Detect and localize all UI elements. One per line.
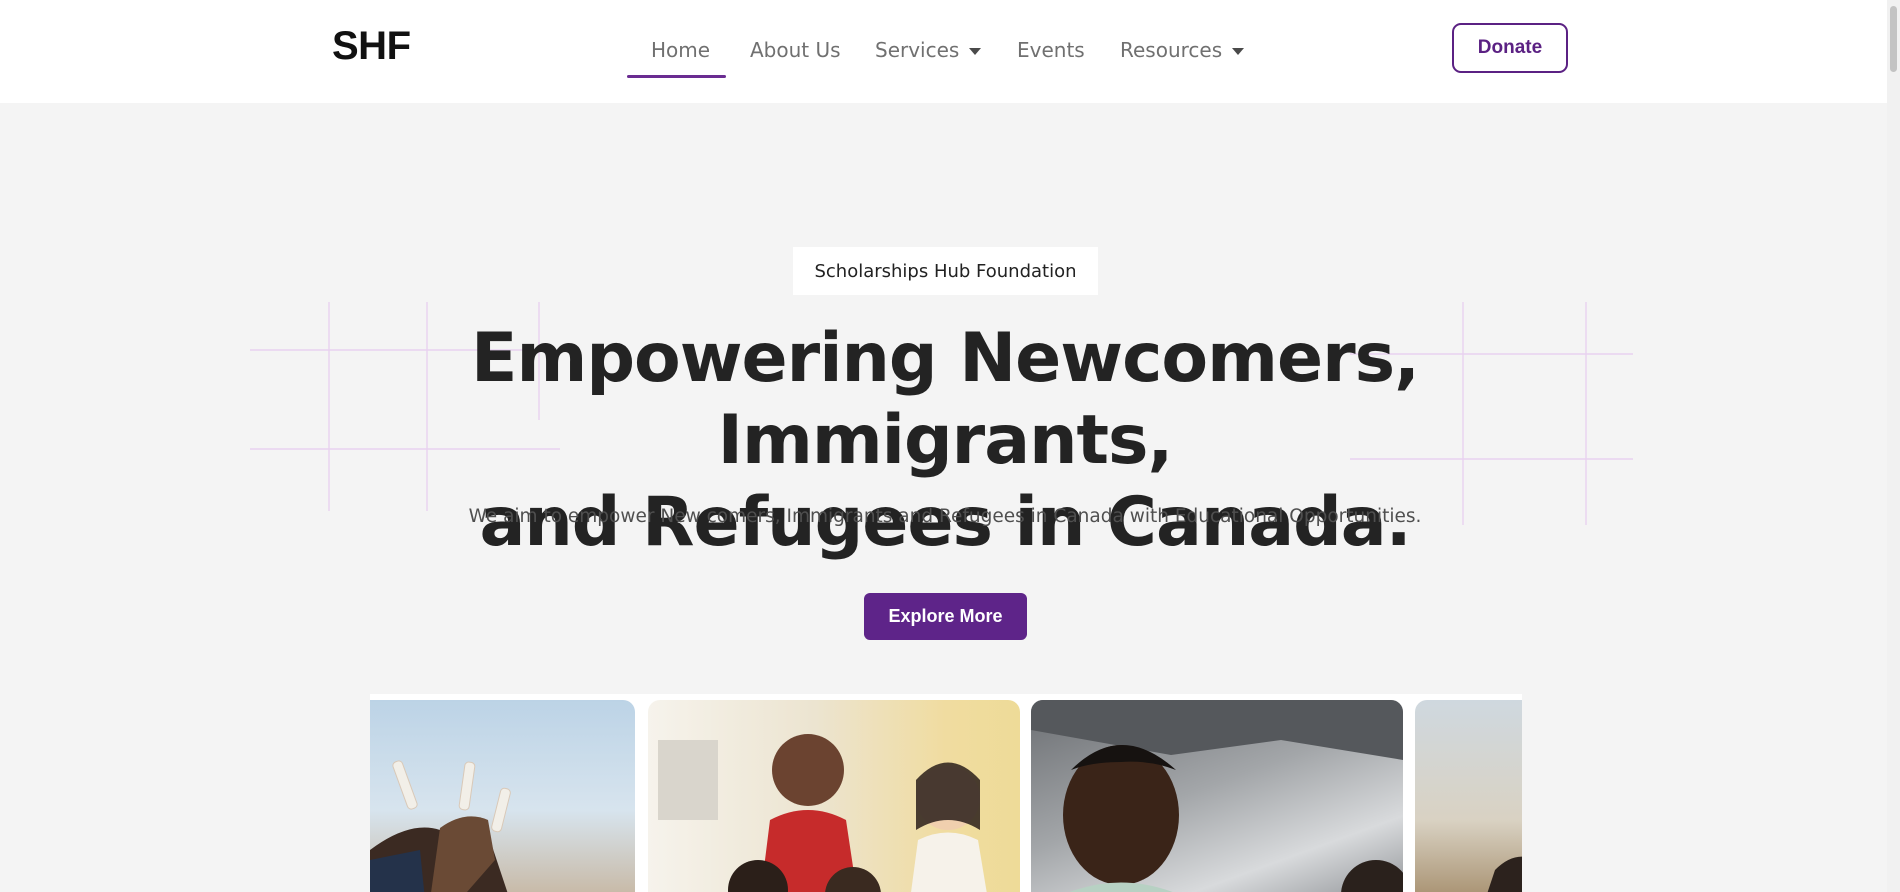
nav-item-events[interactable]: Events bbox=[1017, 38, 1085, 62]
scrollbar-thumb[interactable] bbox=[1890, 6, 1897, 72]
nav-item-about-us[interactable]: About Us bbox=[750, 38, 841, 62]
caret-down-icon bbox=[1232, 48, 1245, 55]
hero-headline: Empowering Newcomers, Immigrants, and Re… bbox=[250, 318, 1640, 564]
smiling-woman-outdoors-photo bbox=[1031, 700, 1403, 892]
hero-headline-line1: Empowering Newcomers, Immigrants, bbox=[471, 319, 1420, 480]
nav-item-label: Events bbox=[1017, 38, 1085, 62]
hero-subtext: We aim to empower New comers, Immigrants… bbox=[468, 506, 1422, 527]
graduates-raising-diplomas-photo bbox=[370, 700, 635, 892]
donate-button[interactable]: Donate bbox=[1452, 23, 1568, 73]
smiling-children-group-photo bbox=[648, 700, 1020, 892]
partial-photo bbox=[1415, 700, 1522, 892]
nav-item-label: Home bbox=[651, 38, 711, 62]
page-scrollbar[interactable] bbox=[1887, 0, 1900, 892]
nav-item-home[interactable]: Home bbox=[651, 38, 710, 62]
nav-item-label: About Us bbox=[750, 38, 841, 62]
foundation-badge: Scholarships Hub Foundation bbox=[793, 247, 1098, 295]
explore-more-button[interactable]: Explore More bbox=[864, 593, 1027, 640]
nav-item-resources[interactable]: Resources bbox=[1120, 38, 1245, 62]
nav-item-services[interactable]: Services bbox=[875, 38, 982, 62]
photo-gallery bbox=[370, 694, 1522, 892]
site-logo[interactable]: SHF bbox=[332, 24, 411, 69]
caret-down-icon bbox=[969, 48, 982, 55]
nav-item-label: Services bbox=[875, 38, 960, 62]
site-header: SHF Home About Us Services Events Resour… bbox=[0, 0, 1900, 103]
nav-active-indicator bbox=[627, 75, 726, 78]
nav-item-label: Resources bbox=[1120, 38, 1223, 62]
